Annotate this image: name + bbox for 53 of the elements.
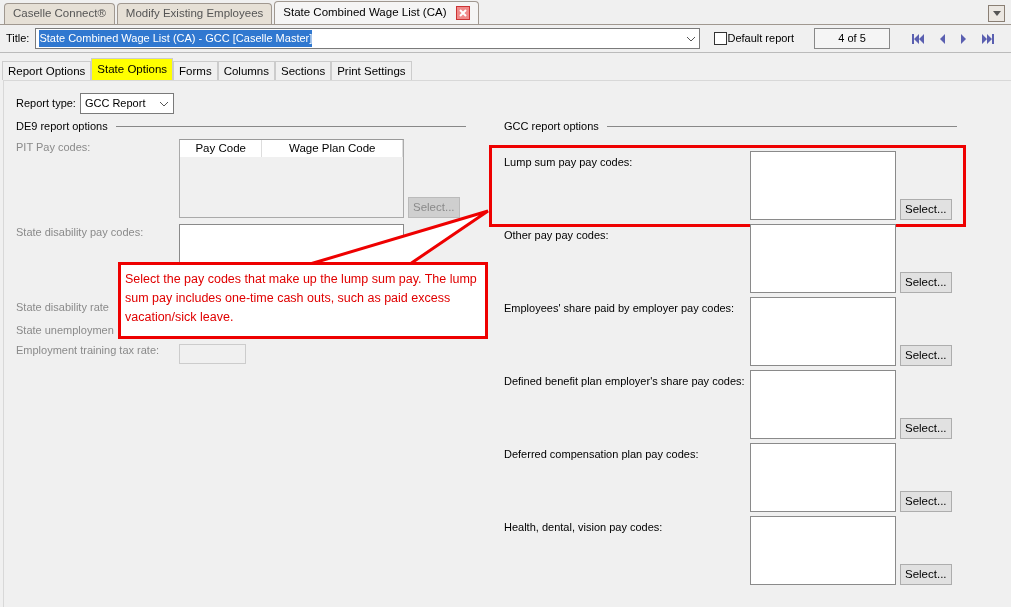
title-label: Title:: [6, 31, 30, 47]
document-tab[interactable]: Modify Existing Employees: [116, 3, 273, 24]
dropdown-button[interactable]: [988, 5, 1005, 22]
tab[interactable]: Print Settings: [331, 61, 412, 80]
field-label: Lump sum pay pay codes:: [504, 155, 634, 170]
column-header: Wage Plan Code: [261, 140, 403, 158]
close-icon[interactable]: [456, 6, 471, 20]
tab[interactable]: Columns: [217, 61, 276, 80]
tab[interactable]: Forms: [173, 61, 218, 80]
field-label: Employment training tax rate:: [16, 343, 161, 358]
list-box[interactable]: [750, 297, 896, 366]
first-record-icon[interactable]: [912, 33, 925, 44]
list-box[interactable]: [750, 224, 896, 293]
field-label: Health, dental, vision pay codes:: [504, 520, 664, 535]
select-button[interactable]: Select...: [900, 272, 952, 293]
field-label: Employees' share paid by employer pay codes:: [504, 301, 736, 316]
select-button[interactable]: Select...: [900, 345, 952, 366]
section-heading: DE9 report options: [16, 118, 108, 134]
checkbox-label: Default report: [727, 31, 795, 47]
rate-field[interactable]: [179, 343, 246, 364]
field-label: Report type:: [16, 96, 76, 112]
list-box[interactable]: [750, 151, 896, 220]
caret-icon: [992, 11, 1001, 16]
tab[interactable]: Sections: [275, 61, 332, 80]
record-counter: 4 of 5: [814, 28, 891, 49]
select-button[interactable]: Select...: [900, 199, 952, 220]
document-tab[interactable]: Caselle Connect®: [4, 3, 115, 24]
chevron-down-icon: [159, 100, 170, 107]
list-box[interactable]: [750, 370, 896, 439]
report-type-dropdown[interactable]: GCC Report: [79, 93, 175, 114]
list-box[interactable]: [750, 516, 896, 585]
next-record-icon[interactable]: [961, 33, 967, 44]
chevron-down-icon: [686, 35, 697, 42]
field-label: Other pay pay codes:: [504, 228, 610, 243]
select-button[interactable]: Select...: [900, 418, 952, 439]
field-label: Defined benefit plan employer's share pay codes:: [504, 374, 746, 389]
last-record-icon[interactable]: [982, 33, 995, 44]
field-label: State disability rate: [16, 300, 109, 316]
checkbox[interactable]: [714, 32, 728, 45]
select-button[interactable]: Select...: [900, 564, 952, 585]
field-label: State unemploymen: [16, 323, 114, 339]
select-button[interactable]: Select...: [900, 491, 952, 512]
field-label: State disability pay codes:: [16, 225, 145, 240]
field-label: Deferred compensation plan pay codes:: [504, 447, 700, 462]
field-label: PIT Pay codes:: [16, 140, 92, 155]
document-tab[interactable]: State Combined Wage List (CA): [274, 1, 480, 24]
column-header: Pay Code: [180, 140, 262, 158]
tab[interactable]: Report Options: [2, 61, 92, 80]
title-field[interactable]: State Combined Wage List (CA) - GCC [Caselle Master]: [35, 28, 701, 49]
list-box[interactable]: [750, 443, 896, 512]
tab[interactable]: State Options: [91, 58, 174, 80]
previous-record-icon[interactable]: [940, 33, 946, 44]
section-heading: GCC report options: [504, 118, 599, 134]
